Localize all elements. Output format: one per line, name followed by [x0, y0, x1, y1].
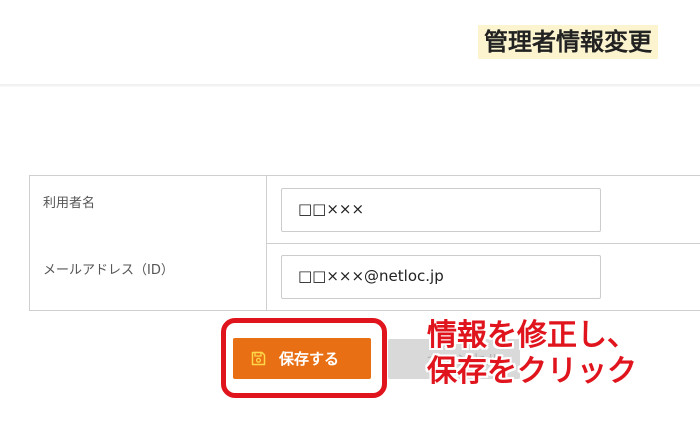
username-value-cell: □□×××: [267, 176, 700, 243]
email-label-cell: メールアドレス（ID）: [30, 243, 267, 310]
email-input-value: □□×××@netloc.jp: [298, 267, 444, 285]
save-icon: [251, 351, 266, 366]
annotation-line-2: 保存をクリック: [427, 354, 637, 389]
annotation-line-1: 情報を修正し、: [427, 318, 637, 353]
page-title: 管理者情報変更: [478, 25, 658, 59]
form-row-email: メールアドレス（ID） □□×××@netloc.jp: [30, 243, 700, 311]
form-row-username: 利用者名 □□×××: [30, 176, 700, 244]
username-label-cell: 利用者名: [30, 176, 267, 243]
email-label: メールアドレス（ID）: [43, 263, 174, 278]
save-button[interactable]: 保存する: [233, 338, 371, 379]
save-button-label: 保存する: [279, 350, 340, 368]
username-input[interactable]: □□×××: [281, 188, 601, 232]
instruction-annotation: 情報を修正し、 保存をクリック: [427, 318, 695, 390]
username-label: 利用者名: [43, 196, 96, 211]
username-input-value: □□×××: [298, 200, 365, 218]
email-input[interactable]: □□×××@netloc.jp: [281, 255, 601, 299]
email-value-cell: □□×××@netloc.jp: [267, 243, 700, 310]
admin-info-form: 利用者名 □□××× メールアドレス（ID） □□×××@netloc.jp: [29, 175, 700, 311]
header-divider: [0, 84, 700, 87]
